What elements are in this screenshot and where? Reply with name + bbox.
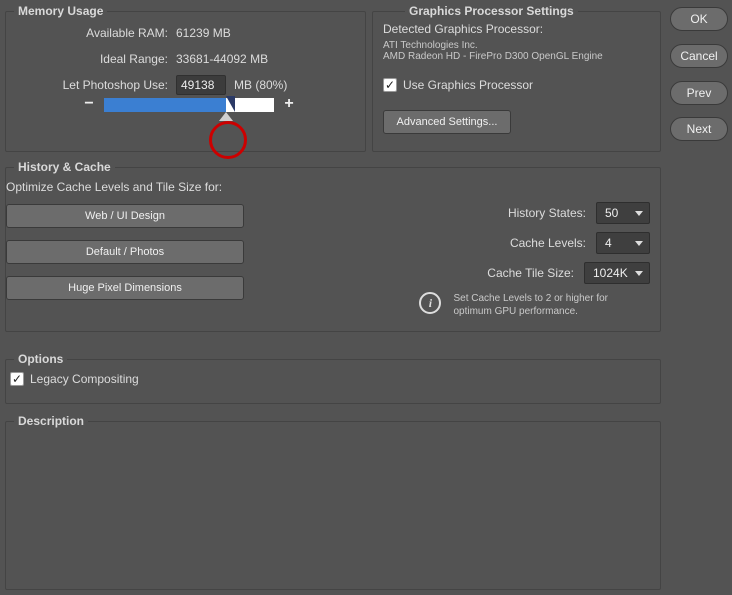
photoshop-use-input[interactable] <box>176 75 226 95</box>
gpu-vendor: ATI Technologies Inc. <box>383 40 650 51</box>
description-title: Description <box>14 414 88 428</box>
memory-slider-handle[interactable] <box>219 112 233 121</box>
cache-levels-dropdown[interactable]: 4 <box>596 232 650 254</box>
legacy-compositing-checkbox[interactable]: ✓ <box>10 372 24 386</box>
memory-slider-fill <box>104 98 226 112</box>
memory-usage-title: Memory Usage <box>14 4 107 18</box>
preset-default-button[interactable]: Default / Photos <box>6 240 244 264</box>
cache-tile-dropdown[interactable]: 1024K <box>584 262 650 284</box>
preset-huge-button[interactable]: Huge Pixel Dimensions <box>6 276 244 300</box>
available-ram-label: Available RAM: <box>16 26 176 40</box>
cache-hint-line1: Set Cache Levels to 2 or higher for <box>453 292 608 305</box>
info-icon: i <box>419 292 441 314</box>
history-cache-title: History & Cache <box>14 160 115 174</box>
use-gpu-label: Use Graphics Processor <box>403 78 533 92</box>
cache-tile-label: Cache Tile Size: <box>487 266 574 280</box>
photoshop-use-label: Let Photoshop Use: <box>16 78 176 92</box>
memory-slider[interactable] <box>104 98 274 112</box>
photoshop-use-suffix: MB (80%) <box>234 78 287 92</box>
use-gpu-checkbox[interactable]: ✓ <box>383 78 397 92</box>
next-button[interactable]: Next <box>670 117 728 141</box>
gpu-settings-title: Graphics Processor Settings <box>405 4 578 18</box>
optimize-label: Optimize Cache Levels and Tile Size for: <box>6 180 266 194</box>
cache-levels-label: Cache Levels: <box>510 236 586 250</box>
cache-hint-line2: optimum GPU performance. <box>453 305 608 318</box>
detected-gpu-label: Detected Graphics Processor: <box>383 22 650 36</box>
preset-web-button[interactable]: Web / UI Design <box>6 204 244 228</box>
history-states-dropdown[interactable]: 50 <box>596 202 650 224</box>
gpu-device: AMD Radeon HD - FirePro D300 OpenGL Engi… <box>383 51 650 62</box>
cancel-button[interactable]: Cancel <box>670 44 728 68</box>
prev-button[interactable]: Prev <box>670 81 728 105</box>
available-ram-value: 61239 MB <box>176 26 231 40</box>
memory-slider-marker <box>226 96 235 112</box>
decrease-icon[interactable]: − <box>82 98 96 112</box>
history-states-label: History States: <box>508 206 586 220</box>
ideal-range-value: 33681-44092 MB <box>176 52 268 66</box>
advanced-settings-button[interactable]: Advanced Settings... <box>383 110 511 134</box>
ideal-range-label: Ideal Range: <box>16 52 176 66</box>
legacy-compositing-label: Legacy Compositing <box>30 372 139 386</box>
ok-button[interactable]: OK <box>670 7 728 31</box>
options-title: Options <box>14 352 67 366</box>
increase-icon[interactable]: + <box>282 98 296 112</box>
